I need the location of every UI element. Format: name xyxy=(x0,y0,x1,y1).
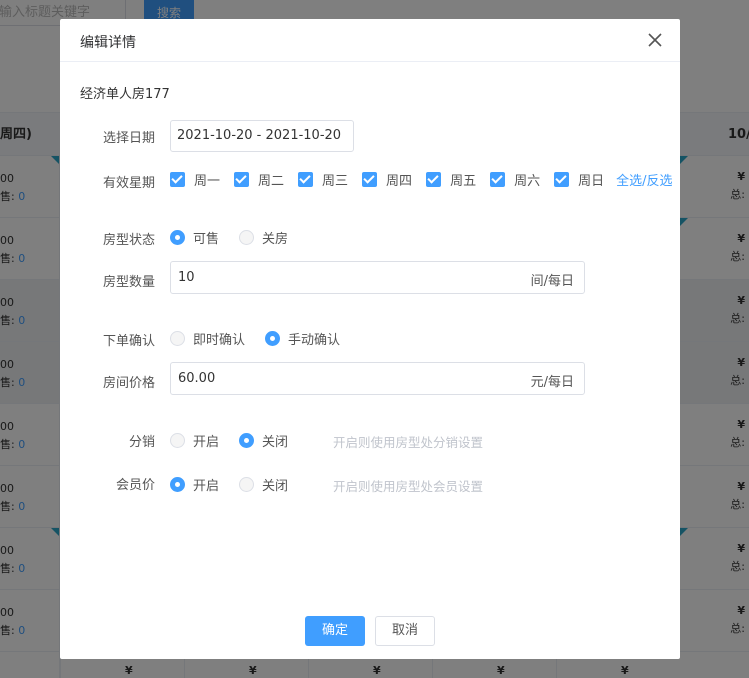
radio-label: 手动确认 xyxy=(288,333,341,348)
weekday-checkbox[interactable]: 周四 xyxy=(362,170,412,189)
member-price-radio-off[interactable]: 关闭 xyxy=(239,475,288,494)
checkbox-checked-icon xyxy=(490,172,506,187)
member-price-radio-on[interactable]: 开启 xyxy=(170,475,219,494)
confirm-button[interactable]: 确定 xyxy=(305,616,365,646)
radio-selected-icon xyxy=(170,477,185,492)
distribution-radio-group: 开启 关闭 xyxy=(170,431,308,450)
member-price-hint: 开启则使用房型处会员设置 xyxy=(333,479,484,494)
radio-label: 即时确认 xyxy=(193,333,246,348)
member-price-label: 会员价 xyxy=(115,478,155,493)
weekday-name: 周二 xyxy=(258,174,285,189)
cancel-button[interactable]: 取消 xyxy=(375,616,435,646)
distribution-label: 分销 xyxy=(128,435,155,450)
weekday-checkbox[interactable]: 周日 xyxy=(554,170,604,189)
weekday-name: 周五 xyxy=(450,174,477,189)
weekday-label: 有效星期 xyxy=(102,176,155,191)
date-label: 选择日期 xyxy=(102,131,155,146)
radio-selected-icon xyxy=(170,230,185,245)
quantity-label: 房型数量 xyxy=(102,275,155,290)
weekday-checkbox-group: 周一 周二 周三 周四 周五 周六 周日 全选/反选 xyxy=(170,170,673,189)
member-price-radio-group: 开启 关闭 xyxy=(170,475,308,494)
checkbox-checked-icon xyxy=(362,172,378,187)
confirm-radio-manual[interactable]: 手动确认 xyxy=(265,329,340,348)
quantity-unit: 间/每日 xyxy=(530,274,574,289)
order-confirm-label: 下单确认 xyxy=(102,334,155,349)
radio-selected-icon xyxy=(265,331,281,346)
price-unit: 元/每日 xyxy=(530,375,574,390)
checkbox-checked-icon xyxy=(426,172,442,187)
radio-label: 关闭 xyxy=(262,435,289,450)
radio-label: 开启 xyxy=(193,479,220,494)
weekday-checkbox[interactable]: 周一 xyxy=(170,170,220,189)
quantity-value: 10 xyxy=(178,270,195,285)
weekday-name: 周日 xyxy=(578,174,605,189)
distribution-radio-off[interactable]: 关闭 xyxy=(239,431,288,450)
checkbox-checked-icon xyxy=(298,172,314,187)
checkbox-checked-icon xyxy=(170,172,185,187)
close-icon[interactable] xyxy=(646,31,664,49)
radio-label: 开启 xyxy=(193,435,220,450)
checkbox-checked-icon xyxy=(554,172,570,187)
weekday-checkbox[interactable]: 周五 xyxy=(426,170,476,189)
dialog-header: 编辑详情 xyxy=(60,19,680,62)
room-name: 经济单人房177 xyxy=(80,87,170,102)
status-radio-onsale[interactable]: 可售 xyxy=(170,228,219,247)
checkbox-checked-icon xyxy=(234,172,250,187)
status-radio-group: 可售 关房 xyxy=(170,228,308,247)
radio-selected-icon xyxy=(239,433,255,448)
radio-label: 可售 xyxy=(193,232,220,247)
radio-unselected-icon xyxy=(170,331,185,346)
price-label: 房间价格 xyxy=(102,376,155,391)
dialog-title: 编辑详情 xyxy=(80,35,136,51)
quantity-input[interactable]: 10 间/每日 xyxy=(170,261,585,294)
weekday-name: 周四 xyxy=(386,174,413,189)
weekday-checkbox[interactable]: 周六 xyxy=(490,170,540,189)
radio-label: 关房 xyxy=(262,232,289,247)
distribution-radio-on[interactable]: 开启 xyxy=(170,431,219,450)
distribution-hint: 开启则使用房型处分销设置 xyxy=(333,435,484,450)
radio-unselected-icon xyxy=(239,230,255,245)
weekday-checkbox[interactable]: 周二 xyxy=(234,170,284,189)
edit-detail-dialog: 编辑详情 经济单人房177 选择日期 2021-10-20 - 2021-10-… xyxy=(60,19,680,659)
radio-label: 关闭 xyxy=(262,479,289,494)
weekday-name: 周一 xyxy=(194,174,221,189)
radio-unselected-icon xyxy=(239,477,255,492)
date-range-picker[interactable]: 2021-10-20 - 2021-10-20 xyxy=(170,120,354,152)
price-input[interactable]: 60.00 元/每日 xyxy=(170,362,585,395)
confirm-radio-instant[interactable]: 即时确认 xyxy=(170,329,245,348)
radio-unselected-icon xyxy=(170,433,185,448)
price-value: 60.00 xyxy=(178,371,216,386)
status-radio-closed[interactable]: 关房 xyxy=(239,228,288,247)
status-label: 房型状态 xyxy=(102,233,155,248)
confirm-radio-group: 即时确认 手动确认 xyxy=(170,329,360,348)
weekday-checkbox[interactable]: 周三 xyxy=(298,170,348,189)
weekday-name: 周三 xyxy=(322,174,349,189)
select-all-link[interactable]: 全选/反选 xyxy=(616,170,672,189)
weekday-name: 周六 xyxy=(514,174,541,189)
